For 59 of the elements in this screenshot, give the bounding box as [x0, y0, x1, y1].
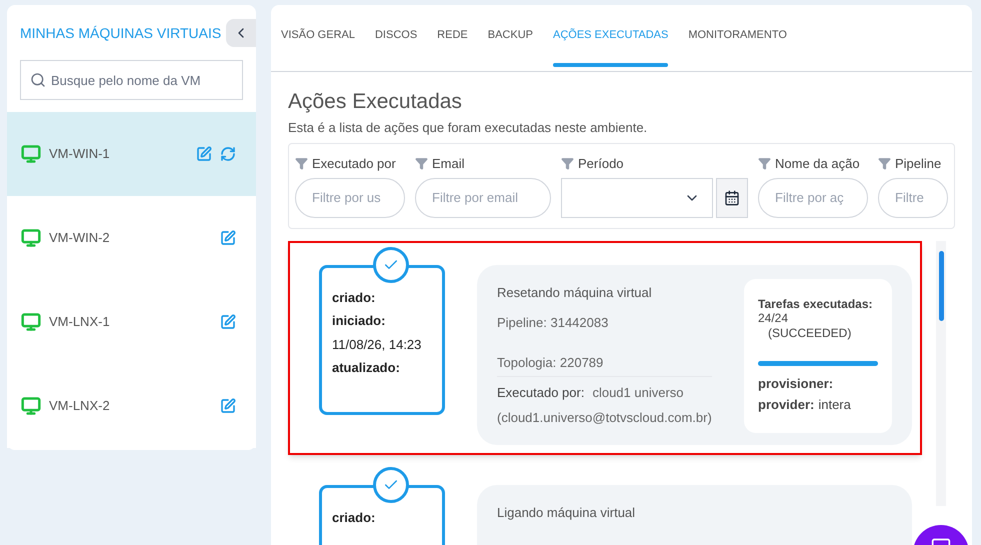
- sidebar-title: MINHAS MÁQUINAS VIRTUAIS: [20, 24, 222, 43]
- monitor-icon: [21, 144, 41, 164]
- topology-text: Topologia: 220789: [497, 352, 712, 377]
- timestamp-text: iniciado:: [332, 312, 386, 330]
- filter-field[interactable]: Filtre por email: [415, 178, 551, 218]
- timestamp-text: atualizado:: [332, 359, 401, 377]
- tasks-status: (SUCCEEDED): [767, 324, 852, 340]
- refresh-icon[interactable]: [220, 146, 236, 162]
- page-subtitle: Esta é a lista de ações que foram executadas neste ambiente.: [288, 118, 648, 137]
- tasks-label: Tarefas executadas:: [758, 296, 874, 310]
- provisioner-label: provisioner:: [758, 374, 834, 393]
- monitor-icon: [21, 228, 41, 248]
- filter-field[interactable]: Filtre: [878, 178, 948, 218]
- filter-icon: [295, 157, 308, 170]
- tasks-count: 24/24: [758, 310, 790, 324]
- search-icon: [30, 72, 46, 88]
- filter-label: Período: [578, 155, 624, 173]
- filter-field[interactable]: Filtre por aç: [758, 178, 868, 218]
- tab[interactable]: BACKUP: [488, 5, 533, 71]
- action-name: Ligando máquina virtual: [497, 504, 636, 522]
- pipeline-text: Pipeline: 31442083: [497, 314, 610, 332]
- vm-list-item[interactable]: VM-WIN-1: [7, 112, 256, 196]
- filter-icon: [415, 157, 428, 170]
- executed-by-label: Executado por:: [497, 384, 584, 402]
- tab[interactable]: REDE: [437, 5, 468, 71]
- vm-name: VM-LNX-2: [49, 397, 111, 416]
- provider-value: intera: [818, 396, 851, 414]
- vm-name: VM-WIN-1: [49, 145, 111, 164]
- edit-icon[interactable]: [220, 230, 236, 246]
- tab[interactable]: DISCOS: [374, 5, 418, 71]
- page-heading: Ações Executadas: [288, 89, 463, 115]
- filter-field[interactable]: Filtre por us: [295, 178, 405, 218]
- executed-by-name: cloud1 universo: [592, 384, 684, 402]
- edit-icon[interactable]: [220, 314, 236, 330]
- filter-icon: [758, 157, 771, 170]
- timestamp-text: 11/08/26, 14:23: [332, 336, 422, 354]
- calendar-icon: [724, 190, 740, 206]
- filter-icon: [561, 157, 574, 170]
- action-name: Resetando máquina virtual: [497, 284, 653, 302]
- provider-label: provider:: [758, 396, 814, 414]
- filter-icon: [878, 157, 891, 170]
- tab[interactable]: VISÃO GERAL: [281, 5, 355, 71]
- edit-icon[interactable]: [196, 146, 212, 162]
- collapse-button[interactable]: [226, 19, 256, 47]
- edit-icon[interactable]: [220, 398, 236, 414]
- filter-label: Email: [432, 155, 465, 173]
- filter-label: Nome da ação: [775, 155, 860, 173]
- monitor-icon: [21, 396, 41, 416]
- monitor-icon: [21, 312, 41, 332]
- filter-label: Executado por: [312, 155, 396, 173]
- vm-search-field[interactable]: Busque pelo nome da VM: [20, 60, 243, 100]
- tab[interactable]: MONITORAMENTO: [688, 5, 787, 71]
- timestamp-text: criado:: [332, 508, 376, 526]
- timestamp-text: criado:: [332, 288, 376, 306]
- executor-email: (cloud1.universo@totvscloud.com.br): [497, 408, 712, 427]
- vm-name: VM-WIN-2: [49, 229, 111, 248]
- calendar-button[interactable]: [716, 178, 748, 218]
- filter-label: Pipeline: [895, 155, 942, 173]
- vm-name: VM-LNX-1: [49, 313, 111, 332]
